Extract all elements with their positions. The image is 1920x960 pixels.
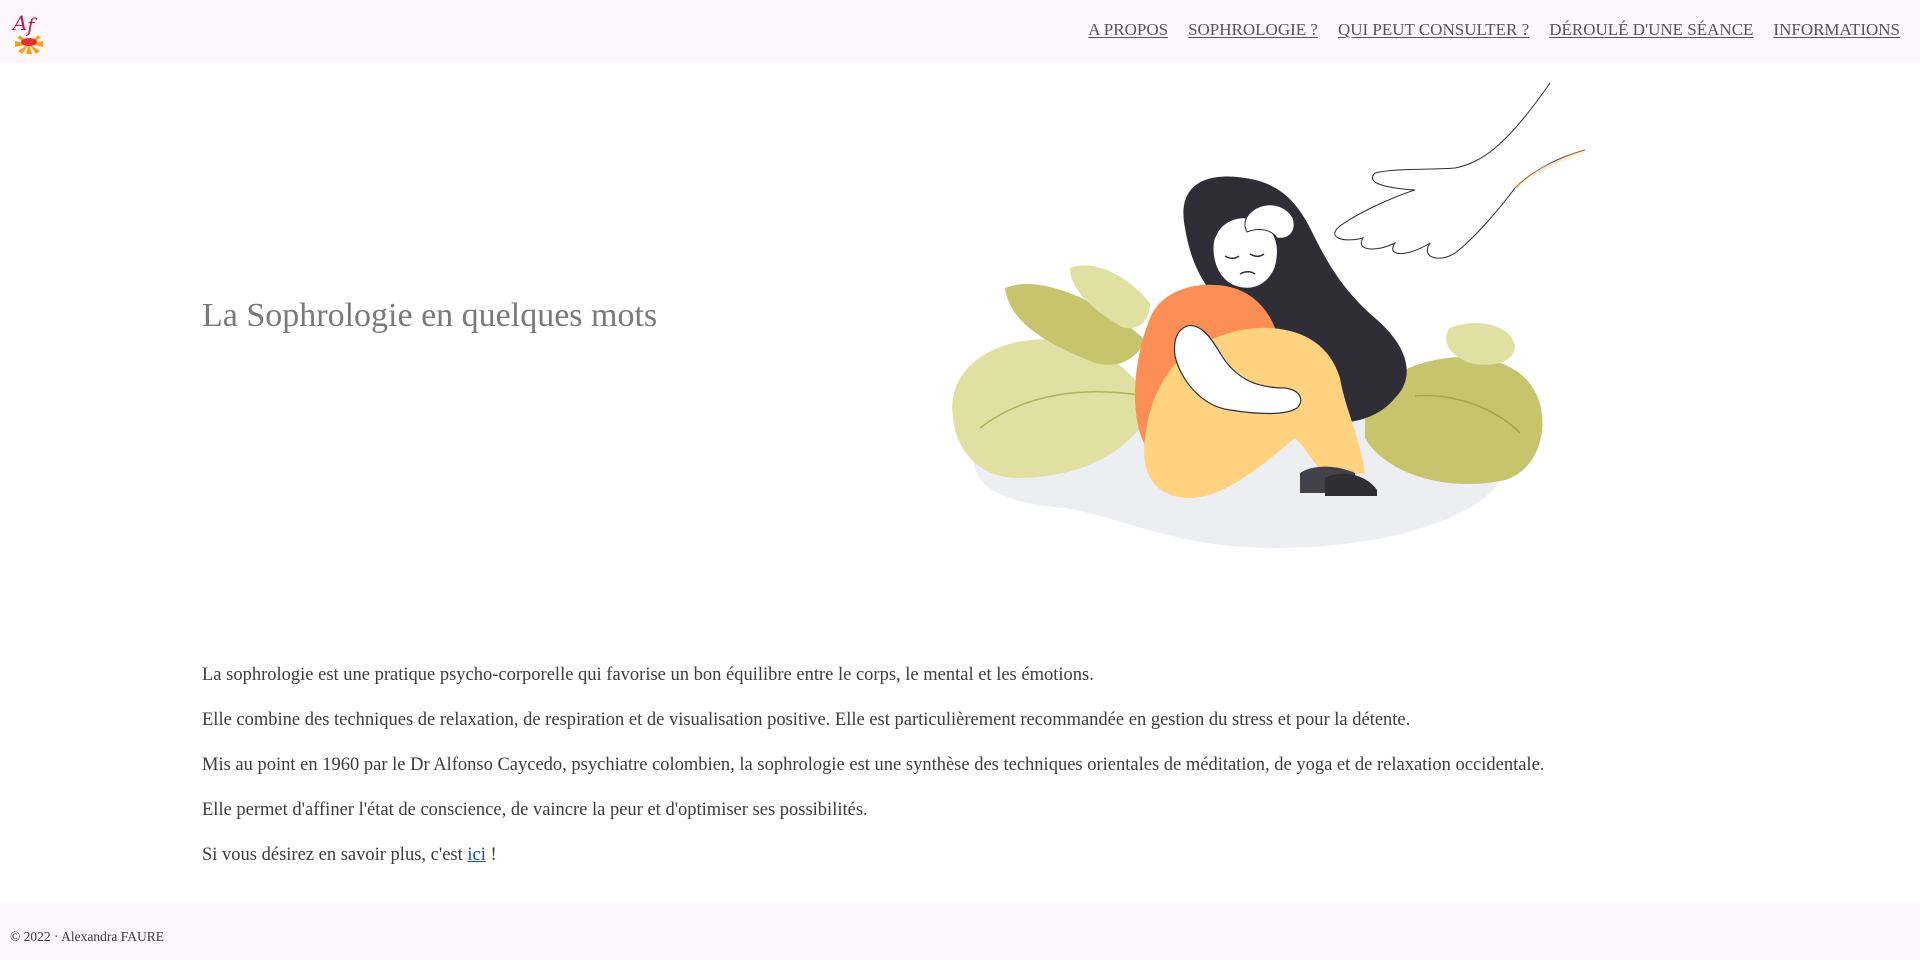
main-nav: A PROPOS SOPHROLOGIE ? QUI PEUT CONSULTE… xyxy=(1088,20,1900,40)
svg-text:A: A xyxy=(11,11,27,35)
svg-text:f: f xyxy=(25,13,38,37)
paragraph-4: Elle permet d'affiner l'état de conscien… xyxy=(202,800,868,820)
more-suffix: ! xyxy=(485,845,497,865)
nav-sophrologie[interactable]: SOPHROLOGIE ? xyxy=(1188,20,1318,40)
more-prefix: Si vous désirez en savoir plus, c'est xyxy=(202,845,468,865)
paragraph-2: Elle combine des techniques de relaxatio… xyxy=(202,710,1411,730)
nav-qui-peut-consulter[interactable]: QUI PEUT CONSULTER ? xyxy=(1338,20,1529,40)
nav-informations[interactable]: INFORMATIONS xyxy=(1773,20,1900,40)
paragraph-more: Si vous désirez en savoir plus, c'est ic… xyxy=(202,833,1544,878)
copyright-text: © 2022 · Alexandra FAURE xyxy=(10,929,164,944)
nav-deroule-seance[interactable]: DÉROULÉ D'UNE SÉANCE xyxy=(1549,20,1753,40)
intro-content: La sophrologie est une pratique psycho-c… xyxy=(202,653,1544,878)
more-link[interactable]: ici xyxy=(467,845,486,865)
site-footer: © 2022 · Alexandra FAURE xyxy=(0,903,1920,960)
af-logo-icon[interactable]: A f xyxy=(9,10,51,54)
woman-helping-hand-illustration-icon xyxy=(945,78,1595,558)
page-title: La Sophrologie en quelques mots xyxy=(202,297,658,334)
site-header: A f A PROPOS SOPHROLOGIE ? QUI PEUT CONS… xyxy=(0,0,1920,63)
nav-a-propos[interactable]: A PROPOS xyxy=(1088,20,1168,40)
paragraph-3: Mis au point en 1960 par le Dr Alfonso C… xyxy=(202,755,1545,775)
paragraph-1: La sophrologie est une pratique psycho-c… xyxy=(202,665,1094,685)
